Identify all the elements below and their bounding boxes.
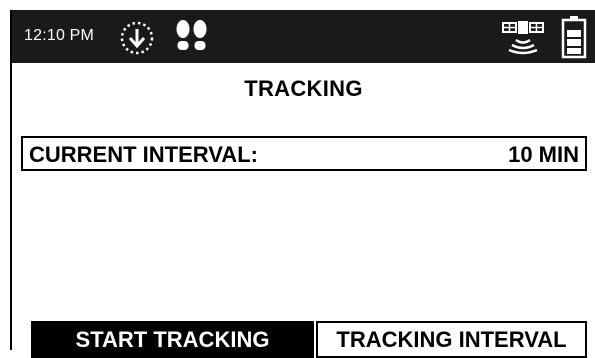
download-icon	[120, 21, 154, 55]
current-interval-field: CURRENT INTERVAL: 10 MIN	[21, 136, 587, 171]
status-time: 12:10 PM	[24, 27, 95, 44]
page-title: TRACKING	[244, 76, 363, 101]
current-interval-value: 10 MIN	[508, 142, 579, 167]
start-tracking-button[interactable]: START TRACKING	[31, 321, 314, 358]
battery-icon	[561, 16, 587, 59]
satellite-icon	[502, 21, 544, 55]
status-bar: 12:10 PM	[12, 10, 595, 63]
footsteps-icon	[176, 20, 207, 50]
tracking-interval-button[interactable]: TRACKING INTERVAL	[316, 321, 587, 358]
device-screen: 12:10 PM TRACKING CURRENT INTERVAL: 10 M…	[10, 10, 595, 358]
current-interval-label: CURRENT INTERVAL:	[29, 142, 258, 167]
